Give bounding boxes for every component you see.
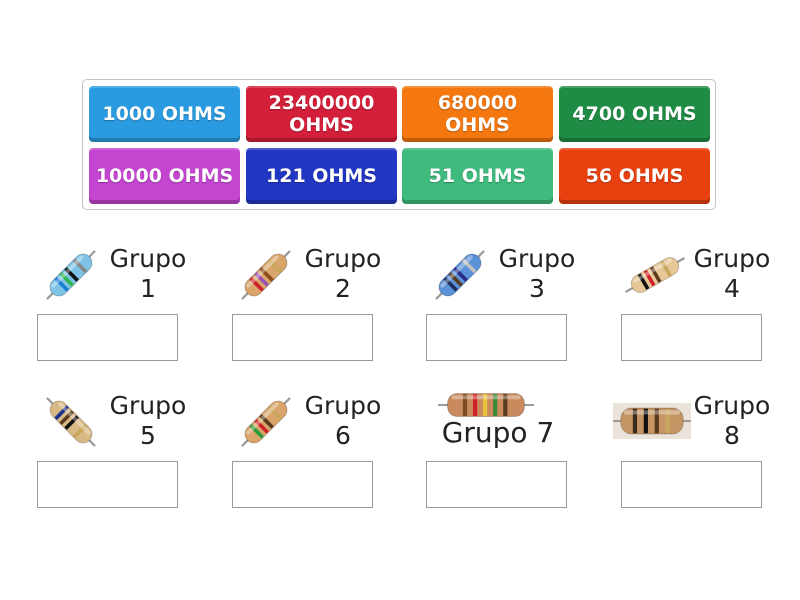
resistor-image (613, 403, 691, 439)
group-word: Grupo (109, 391, 187, 420)
group-number: 6 (335, 421, 351, 450)
group-label: Grupo 1 (103, 244, 193, 304)
answer-tile[interactable]: 4700 OHMS (559, 86, 710, 142)
group-slot: Grupo 2 (232, 244, 422, 374)
resistor-picture (621, 241, 689, 313)
group-word: Grupo (109, 244, 187, 273)
answer-tile[interactable]: 680000 OHMS (402, 86, 553, 142)
group-number: 4 (724, 274, 740, 303)
group-label: Grupo 3 (492, 244, 582, 304)
answer-tile-label: 23400000 OHMS (268, 92, 375, 136)
resistor-picture (37, 241, 105, 313)
group-label: Grupo 7 (441, 416, 555, 449)
group-slot: Grupo 4 (621, 244, 800, 374)
group-number: 1 (140, 274, 156, 303)
resistor-picture (613, 403, 691, 443)
answer-tile-label: 51 OHMS (428, 165, 527, 187)
resistor-picture (232, 241, 300, 313)
group-number: 8 (724, 421, 740, 450)
group-word: Grupo (498, 244, 576, 273)
group-label: Grupo 4 (687, 244, 777, 304)
answer-tile[interactable]: 23400000 OHMS (246, 86, 397, 142)
group-number: 2 (335, 274, 351, 303)
answer-tile[interactable]: 51 OHMS (402, 148, 553, 204)
group-slot: Grupo 1 (37, 244, 227, 374)
answer-tile-label: 1000 OHMS (102, 103, 227, 125)
group-word: Grupo (304, 244, 382, 273)
answer-tile[interactable]: 56 OHMS (559, 148, 710, 204)
drop-box[interactable] (37, 314, 178, 361)
answer-tile[interactable]: 10000 OHMS (89, 148, 240, 204)
group-slot: Grupo 7 (426, 391, 616, 521)
resistor-picture (232, 388, 300, 460)
resistor-picture (37, 388, 105, 460)
answer-tile[interactable]: 1000 OHMS (89, 86, 240, 142)
resistor-image (241, 397, 291, 447)
answer-tile-label: 10000 OHMS (95, 165, 234, 187)
answer-tile-label: 4700 OHMS (572, 103, 697, 125)
group-label: Grupo 2 (298, 244, 388, 304)
drop-box[interactable] (426, 314, 567, 361)
group-number: 5 (140, 421, 156, 450)
group-label: Grupo 8 (687, 391, 777, 451)
resistor-image (625, 257, 685, 293)
group-label: Grupo 5 (103, 391, 193, 451)
resistor-image (435, 250, 485, 300)
drop-box[interactable] (232, 314, 373, 361)
group-word: Grupo (693, 391, 771, 420)
resistor-picture (426, 241, 494, 313)
resistor-image (46, 250, 96, 300)
answer-tile-label: 680000 OHMS (437, 92, 518, 136)
group-slot: Grupo 3 (426, 244, 616, 374)
answer-tile-label: 121 OHMS (266, 165, 377, 187)
drop-box[interactable] (426, 461, 567, 508)
group-slot: Grupo 6 (232, 391, 422, 521)
drop-box[interactable] (232, 461, 373, 508)
group-slot: Grupo 8 (613, 391, 800, 521)
group-slot: Grupo 5 (37, 391, 227, 521)
drop-box[interactable] (37, 461, 178, 508)
resistor-image (241, 250, 291, 300)
group-number: 3 (529, 274, 545, 303)
group-word: Grupo (693, 244, 771, 273)
answer-tile[interactable]: 121 OHMS (246, 148, 397, 204)
group-label: Grupo 6 (298, 391, 388, 451)
drop-box[interactable] (621, 461, 762, 508)
answer-tile-label: 56 OHMS (585, 165, 684, 187)
group-word: Grupo (304, 391, 382, 420)
resistor-image (46, 397, 96, 447)
drop-box[interactable] (621, 314, 762, 361)
